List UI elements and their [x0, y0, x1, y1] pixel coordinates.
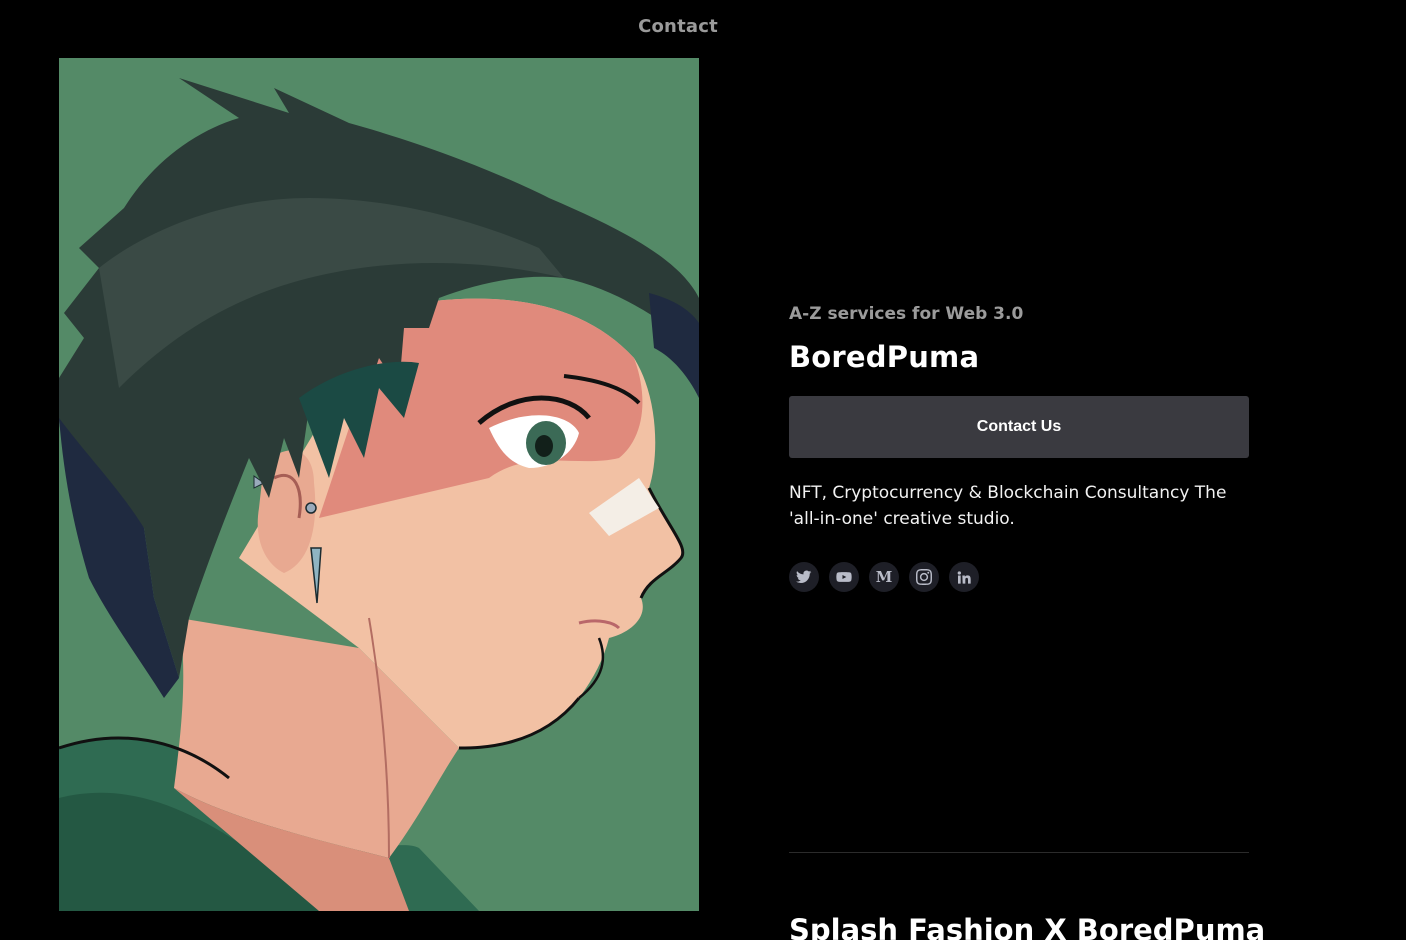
medium-link[interactable]: M: [869, 562, 899, 592]
instagram-link[interactable]: [909, 562, 939, 592]
youtube-link[interactable]: [829, 562, 859, 592]
linkedin-icon: [957, 571, 971, 584]
top-nav: Contact: [0, 0, 1406, 52]
twitter-icon: [796, 570, 812, 583]
hero-info: A-Z services for Web 3.0 BoredPuma Conta…: [789, 300, 1249, 592]
nav-contact-link[interactable]: Contact: [638, 16, 718, 37]
instagram-icon: [916, 569, 932, 585]
hero-eyebrow: A-Z services for Web 3.0: [789, 304, 1024, 324]
youtube-icon: [836, 572, 852, 582]
linkedin-link[interactable]: [949, 562, 979, 592]
section-divider: [789, 852, 1249, 853]
twitter-link[interactable]: [789, 562, 819, 592]
hero-title: BoredPuma: [789, 340, 980, 374]
medium-icon: M: [875, 568, 893, 586]
page: Contact A-Z services for Web 3.0 BoredPu…: [0, 0, 1406, 940]
contact-us-button[interactable]: Contact Us: [789, 396, 1249, 458]
next-section-title: Splash Fashion X BoredPuma: [789, 913, 1266, 940]
hero-description: NFT, Cryptocurrency & Blockchain Consult…: [789, 483, 1227, 529]
hero-artwork: [59, 58, 699, 911]
social-links: M: [789, 562, 1249, 592]
anime-character-illustration: [59, 58, 699, 911]
